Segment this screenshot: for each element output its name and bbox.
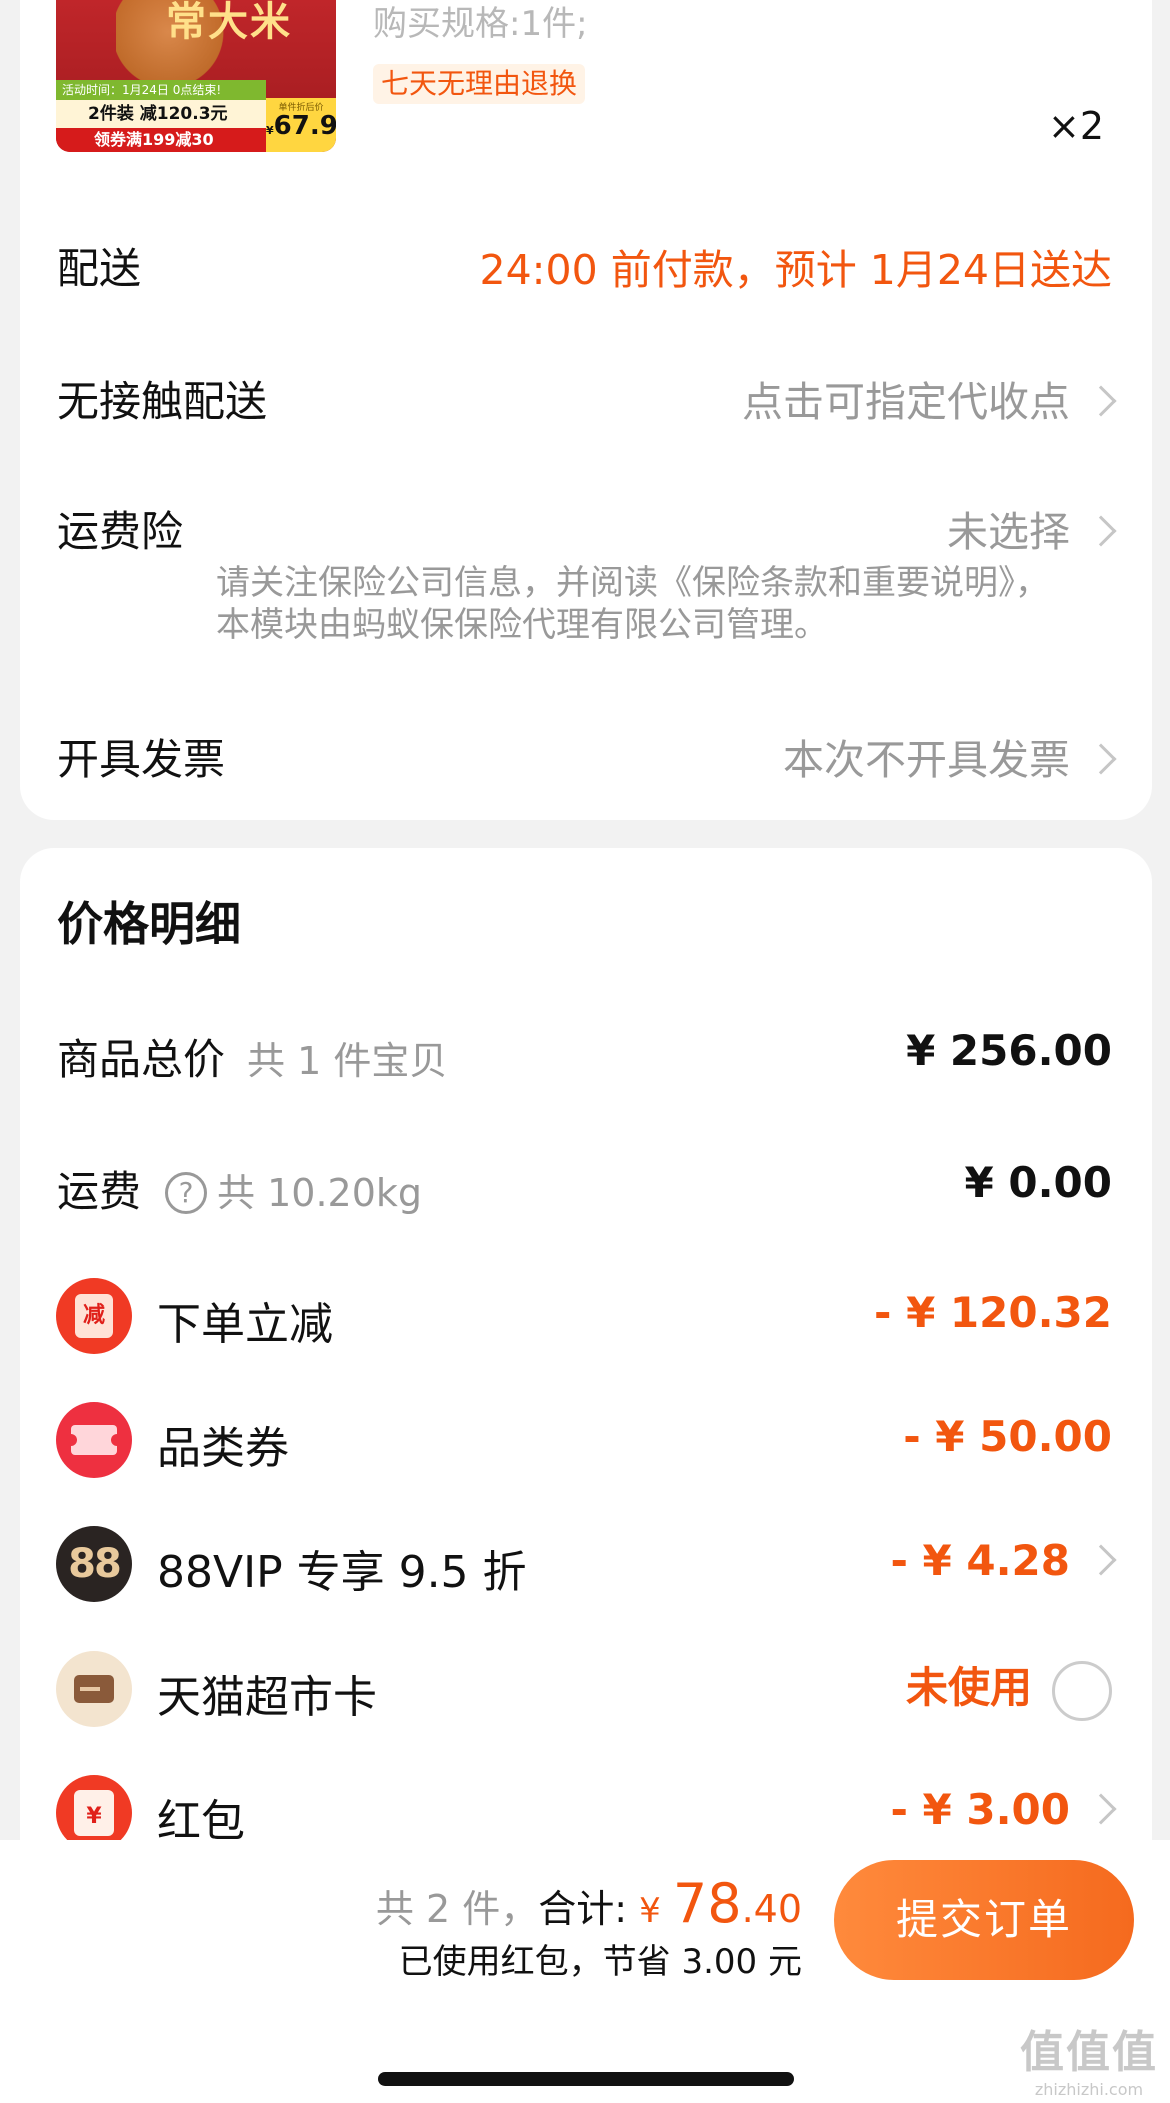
contactless-label: 无接触配送 <box>57 377 268 426</box>
card-icon <box>56 1651 132 1727</box>
shipping-fee-row: 运费? 共 10.20kg <box>57 1158 422 1219</box>
reduce-icon-glyph: 减 <box>75 1294 113 1338</box>
card-icon-glyph <box>74 1675 114 1703</box>
watermark-logo: 值值值 zhizhizhi.com <box>1020 2016 1158 2099</box>
reduce-icon: 减 <box>56 1278 132 1354</box>
item-count: 共 2 件， <box>375 1887 539 1931</box>
total-amount-dec: .40 <box>741 1887 802 1931</box>
price-detail-title: 价格明细 <box>57 897 241 951</box>
shipping-insurance-label: 运费险 <box>57 507 184 556</box>
instant-discount-value: - ¥ 120.32 <box>874 1288 1112 1337</box>
saving-note: 已使用红包，节省 3.00 元 <box>398 1942 802 1982</box>
88vip-icon: 88 <box>56 1526 132 1602</box>
chevron-right-icon <box>1085 1793 1117 1825</box>
total-currency: ¥ <box>639 1891 661 1931</box>
chevron-right-icon <box>1085 515 1117 547</box>
chevron-right-icon <box>1085 385 1117 417</box>
submit-order-button[interactable]: 提交订单 <box>834 1860 1134 1980</box>
vip-discount-selector[interactable]: - ¥ 4.28 <box>890 1536 1117 1585</box>
coupon-icon-glyph <box>65 1425 123 1455</box>
vip-discount-label: 88VIP 专享 9.5 折 <box>157 1547 527 1598</box>
88vip-icon-glyph: 88 <box>68 1541 122 1587</box>
contactless-delivery-selector[interactable]: 点击可指定代收点 <box>742 368 1117 428</box>
order-total: 共 2 件，合计: ¥ 78.40 <box>376 1872 802 1935</box>
product-spec: 购买规格:1件; <box>373 4 588 44</box>
total-label: 合计: <box>538 1887 628 1931</box>
help-icon[interactable]: ? <box>165 1172 208 1214</box>
product-thumbnail[interactable]: 常大米 活动时间：1月24日 0点结束! 2件装 减120.3元 领券满199减… <box>56 0 336 152</box>
supermarket-card-value: 未使用 <box>905 1663 1032 1712</box>
chevron-right-icon <box>1085 1544 1117 1576</box>
product-unit-price: 单件折后价 ¥67.9 <box>266 98 336 152</box>
shipping-insurance-selector[interactable]: 未选择 <box>947 498 1117 558</box>
product-quantity: ×2 <box>1048 104 1105 148</box>
category-coupon-label: 品类券 <box>157 1423 289 1474</box>
instant-discount-label: 下单立减 <box>157 1299 333 1350</box>
coupon-icon <box>56 1402 132 1478</box>
delivery-estimate: 24:00 前付款，预计 1月24日送达 <box>479 246 1112 294</box>
watermark-url: zhizhizhi.com <box>1034 2080 1144 2099</box>
invoice-value: 本次不开具发票 <box>783 736 1070 784</box>
goods-total-value: ¥ 256.00 <box>906 1026 1112 1075</box>
shipping-fee-label: 运费 <box>57 1167 142 1216</box>
shipping-insurance-value: 未选择 <box>947 508 1070 556</box>
delivery-label: 配送 <box>57 244 142 293</box>
product-headline: 常大米 <box>166 0 292 45</box>
product-pack-deal: 2件装 减120.3元 <box>56 100 266 128</box>
red-envelope-icon-glyph: ¥ <box>74 1790 114 1836</box>
red-envelope-value: - ¥ 3.00 <box>890 1785 1070 1834</box>
insurance-note: 请关注保险公司信息，并阅读《保险条款和重要说明》，本模块由蚂蚁保保险代理有限公司… <box>216 563 1049 645</box>
total-amount-int: 78 <box>672 1872 742 1935</box>
shipping-weight: 共 10.20kg <box>217 1171 423 1215</box>
unit-price-currency: ¥ <box>266 124 274 137</box>
return-policy-badge: 七天无理由退换 <box>373 64 586 104</box>
red-envelope-selector[interactable]: - ¥ 3.00 <box>890 1785 1117 1834</box>
shipping-fee-value: ¥ 0.00 <box>964 1158 1112 1207</box>
goods-total-label: 商品总价 <box>57 1035 226 1084</box>
supermarket-card-toggle[interactable]: 未使用 <box>906 1654 1112 1721</box>
category-coupon-value: - ¥ 50.00 <box>903 1412 1112 1461</box>
goods-count: 共 1 件宝贝 <box>247 1039 448 1083</box>
contactless-value: 点击可指定代收点 <box>742 378 1070 426</box>
checkout-bar: 共 2 件，合计: ¥ 78.40 已使用红包，节省 3.00 元 提交订单 值… <box>0 1840 1170 2103</box>
product-promo-time: 活动时间：1月24日 0点结束! <box>56 80 266 100</box>
invoice-selector[interactable]: 本次不开具发票 <box>783 726 1117 786</box>
watermark-glyphs: 值值值 <box>1020 2027 1158 2078</box>
home-indicator[interactable] <box>378 2072 794 2086</box>
unit-price-value: 67.9 <box>273 111 336 141</box>
chevron-right-icon <box>1085 743 1117 775</box>
supermarket-card-label: 天猫超市卡 <box>157 1672 377 1723</box>
invoice-label: 开具发票 <box>57 735 226 784</box>
product-coupon-deal: 领券满199减30 <box>56 128 266 152</box>
radio-unchecked-icon[interactable] <box>1052 1660 1112 1721</box>
goods-total-row: 商品总价共 1 件宝贝 <box>57 1026 447 1087</box>
vip-discount-value: - ¥ 4.28 <box>890 1536 1070 1585</box>
